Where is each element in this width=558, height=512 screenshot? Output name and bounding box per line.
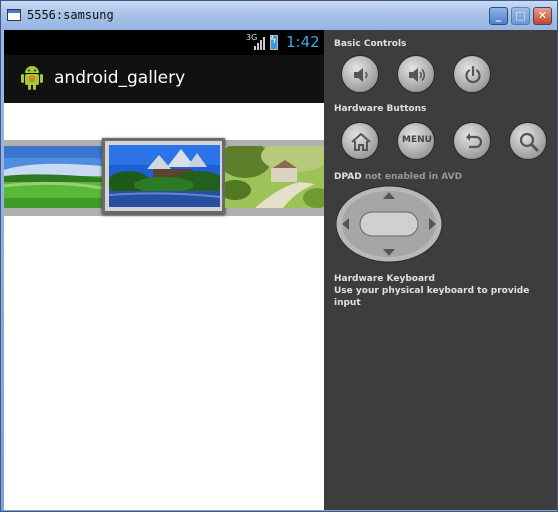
signal-icon [254,36,266,50]
power-button[interactable] [453,55,491,93]
hardware-keyboard-title: Hardware Keyboard [334,274,435,284]
maximize-button[interactable]: □ [511,7,530,25]
action-bar: android_gallery [4,55,324,103]
power-icon [465,65,481,84]
gallery-image-selected[interactable] [102,138,225,214]
minimize-button[interactable]: _ [489,7,508,25]
volume-up-button[interactable] [397,55,435,93]
gallery-image[interactable] [4,146,102,208]
dpad-control[interactable] [334,184,444,264]
title-bar[interactable]: 5556:samsung _ □ ✕ [1,1,557,30]
window-icon [7,9,21,21]
home-icon [351,133,371,151]
dpad-title: DPAD not enabled in AVD [334,172,462,182]
volume-down-icon [354,68,368,82]
volume-down-button[interactable] [341,55,379,93]
battery-charging-icon [270,35,278,50]
emulator-window: 5556:samsung _ □ ✕ 3G 1:42 a [0,0,558,512]
back-button[interactable] [453,122,491,160]
window-title: 5556:samsung [27,8,114,22]
dpad-title-label: DPAD [334,172,362,182]
device-screen[interactable]: 3G 1:42 android_gallery [4,30,324,510]
close-button[interactable]: ✕ [533,7,552,25]
hardware-buttons-title: Hardware Buttons [334,104,427,114]
status-bar: 3G 1:42 [4,30,324,55]
status-clock: 1:42 [286,33,320,51]
basic-controls-title: Basic Controls [334,39,407,49]
hardware-keyboard-note: Use your physical keyboard to provide in… [334,286,530,308]
home-button[interactable] [341,122,379,160]
menu-button-label: MENU [402,135,432,145]
hardware-keyboard-section: Hardware Keyboard Use your physical keyb… [334,273,557,309]
volume-up-icon [409,68,426,82]
search-button[interactable] [509,122,547,160]
back-icon [466,133,483,149]
android-app-icon[interactable] [20,64,44,92]
app-title: android_gallery [54,68,186,88]
search-icon [519,132,539,152]
menu-button[interactable]: MENU [397,122,435,160]
gallery-image[interactable] [225,146,324,208]
dpad-note: not enabled in AVD [364,172,463,182]
emulator-controls-panel: Basic Controls Hardware Buttons MENU DPA… [324,30,557,510]
